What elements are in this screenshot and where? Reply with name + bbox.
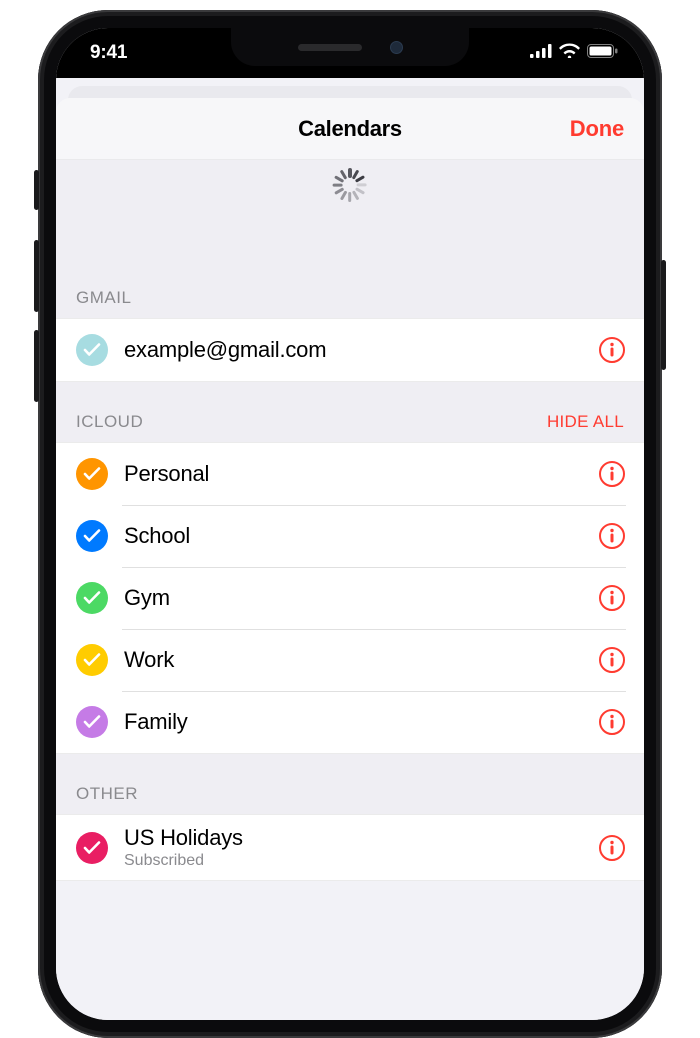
power-button <box>661 260 666 370</box>
calendar-name: Gym <box>124 585 588 611</box>
status-time: 9:41 <box>90 42 127 64</box>
calendar-row[interactable]: Gym <box>56 567 644 629</box>
calendar-name-wrap: Work <box>124 647 588 673</box>
hide-all-button[interactable]: HIDE ALL <box>547 412 624 432</box>
section-label: ICLOUD <box>76 412 143 432</box>
nav-bar: Calendars Done <box>56 98 644 160</box>
calendar-name: example@gmail.com <box>124 337 588 363</box>
speaker-grille <box>298 44 362 51</box>
info-button[interactable] <box>598 336 626 364</box>
volume-up-button <box>34 240 39 312</box>
checkmark-icon[interactable] <box>76 832 108 864</box>
checkmark-icon[interactable] <box>76 582 108 614</box>
info-button[interactable] <box>598 708 626 736</box>
screen: 9:41 Calendars Done <box>56 28 644 1020</box>
calendar-row[interactable]: example@gmail.com <box>56 319 644 381</box>
calendar-list-gmail: example@gmail.com <box>56 318 644 382</box>
info-button[interactable] <box>598 460 626 488</box>
front-camera <box>390 41 403 54</box>
loading-area <box>56 160 644 250</box>
section-header-icloud: ICLOUD HIDE ALL <box>56 382 644 442</box>
calendar-list-other: US Holidays Subscribed <box>56 814 644 881</box>
calendar-name-wrap: Gym <box>124 585 588 611</box>
calendar-row[interactable]: Family <box>56 691 644 753</box>
spinner-icon <box>333 168 367 202</box>
calendar-name-wrap: School <box>124 523 588 549</box>
notch <box>231 28 469 66</box>
calendar-name-wrap: example@gmail.com <box>124 337 588 363</box>
battery-icon <box>587 42 618 64</box>
calendar-name-wrap: US Holidays Subscribed <box>124 825 588 870</box>
section-label: OTHER <box>76 784 138 804</box>
info-button[interactable] <box>598 834 626 862</box>
calendar-subtitle: Subscribed <box>124 852 588 870</box>
calendar-name: US Holidays <box>124 825 588 851</box>
calendar-name-wrap: Family <box>124 709 588 735</box>
calendar-row[interactable]: Work <box>56 629 644 691</box>
calendar-row[interactable]: US Holidays Subscribed <box>56 815 644 880</box>
calendars-modal: Calendars Done GMAIL example@gmail.com <box>56 98 644 1020</box>
calendar-name: School <box>124 523 588 549</box>
checkmark-icon[interactable] <box>76 520 108 552</box>
checkmark-icon[interactable] <box>76 458 108 490</box>
calendar-name-wrap: Personal <box>124 461 588 487</box>
calendar-name: Work <box>124 647 588 673</box>
done-button[interactable]: Done <box>570 116 624 142</box>
info-button[interactable] <box>598 646 626 674</box>
section-header-gmail: GMAIL <box>56 250 644 318</box>
wifi-icon <box>559 42 580 64</box>
phone-frame: 9:41 Calendars Done <box>38 10 662 1038</box>
checkmark-icon[interactable] <box>76 706 108 738</box>
calendar-name: Personal <box>124 461 588 487</box>
info-button[interactable] <box>598 522 626 550</box>
volume-down-button <box>34 330 39 402</box>
calendar-row[interactable]: School <box>56 505 644 567</box>
section-label: GMAIL <box>76 288 131 308</box>
mute-switch <box>34 170 39 210</box>
nav-title: Calendars <box>298 116 402 142</box>
checkmark-icon[interactable] <box>76 334 108 366</box>
cellular-icon <box>530 42 552 64</box>
calendar-row[interactable]: Personal <box>56 443 644 505</box>
calendar-list-icloud: Personal School <box>56 442 644 754</box>
info-button[interactable] <box>598 584 626 612</box>
checkmark-icon[interactable] <box>76 644 108 676</box>
calendar-name: Family <box>124 709 588 735</box>
status-indicators <box>530 42 618 64</box>
section-header-other: OTHER <box>56 754 644 814</box>
